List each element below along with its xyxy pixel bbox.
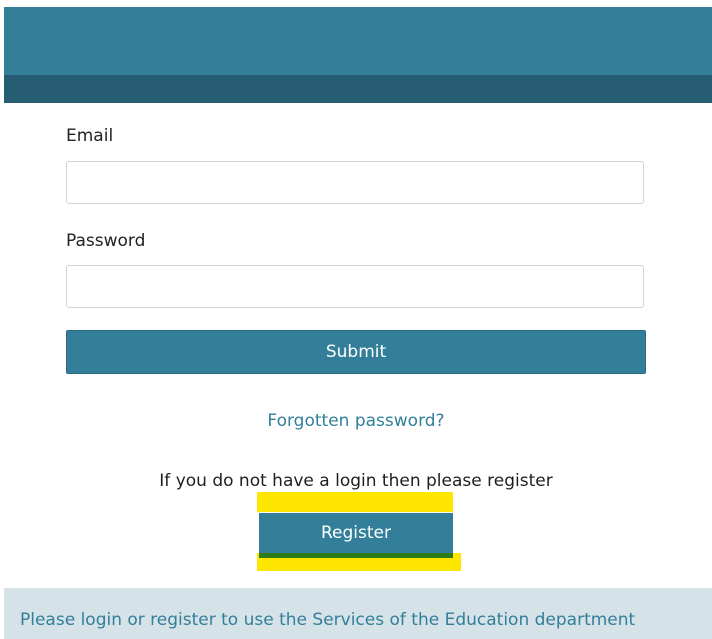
password-field[interactable]: [66, 265, 644, 308]
submit-button[interactable]: Submit: [66, 330, 646, 374]
email-field[interactable]: [66, 161, 644, 204]
header-subbar: [4, 75, 712, 103]
email-label: Email: [66, 126, 114, 146]
footer-text: Please login or register to use the Serv…: [20, 610, 636, 630]
header-bar: [4, 7, 712, 75]
password-label: Password: [66, 231, 146, 251]
register-hint-text: If you do not have a login then please r…: [159, 471, 553, 491]
forgotten-password-link[interactable]: Forgotten password?: [0, 411, 712, 431]
highlight-mark-top: [257, 492, 453, 512]
login-page: Email Password Submit Forgotten password…: [0, 0, 712, 639]
register-button[interactable]: Register: [259, 513, 453, 558]
